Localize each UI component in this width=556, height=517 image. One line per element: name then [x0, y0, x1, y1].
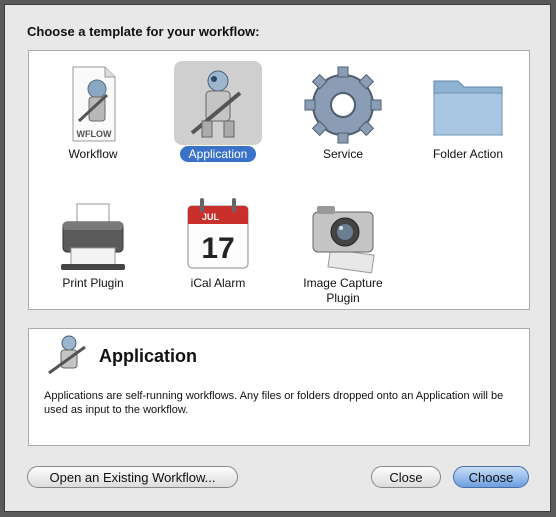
calendar-day: 17 — [201, 232, 234, 265]
camera-icon — [312, 206, 375, 274]
template-label: Application — [160, 146, 276, 162]
dialog-heading: Choose a template for your workflow: — [27, 24, 260, 39]
folder-icon — [433, 80, 503, 136]
printer-icon — [61, 203, 125, 270]
template-label: Service — [322, 147, 363, 161]
calendar-icon: JUL 17 — [187, 198, 249, 269]
template-chooser-dialog: Choose a template for your workflow: WFL… — [4, 4, 551, 512]
template-label: Print Plugin — [62, 276, 124, 290]
template-folder-action[interactable]: Folder Action — [410, 57, 526, 177]
template-ical-alarm[interactable]: JUL 17 iCal Alarm — [160, 186, 276, 306]
gear-icon — [304, 66, 382, 144]
template-image-capture-plugin[interactable]: Image Capture Plugin — [285, 186, 401, 306]
workflow-badge: WFLOW — [77, 129, 112, 139]
description-title: Application — [99, 346, 197, 366]
close-button[interactable]: Close — [371, 466, 441, 488]
template-grid: WFLOW Workflow Application Service Folde… — [28, 50, 530, 310]
template-label: iCal Alarm — [190, 276, 246, 290]
template-workflow[interactable]: WFLOW Workflow — [35, 57, 151, 177]
description-text: Applications are self-running workflows.… — [44, 390, 504, 416]
template-service[interactable]: Service — [285, 57, 401, 177]
automator-robot-icon — [48, 335, 86, 375]
workflow-file-icon: WFLOW — [72, 66, 116, 142]
template-label: Folder Action — [432, 147, 504, 161]
template-label: Image Capture Plugin — [303, 276, 383, 305]
choose-button[interactable]: Choose — [453, 466, 529, 488]
open-existing-workflow-button[interactable]: Open an Existing Workflow... — [27, 466, 238, 488]
template-label: Workflow — [68, 147, 118, 161]
template-description-panel: Application Applications are self-runnin… — [28, 328, 530, 446]
template-print-plugin[interactable]: Print Plugin — [35, 186, 151, 306]
calendar-month: JUL — [202, 212, 220, 222]
template-application[interactable]: Application — [160, 57, 276, 177]
automator-robot-icon — [190, 70, 242, 138]
